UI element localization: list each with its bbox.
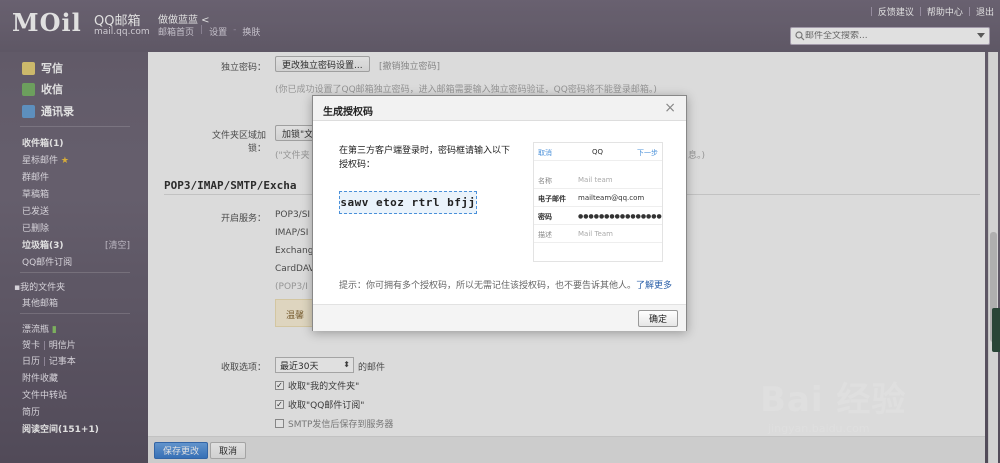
dialog-title: 生成授权码	[323, 107, 373, 118]
preview-value: mailteam@qq.com	[578, 194, 645, 202]
ok-button[interactable]: 确定	[637, 310, 678, 327]
preview-key: 描述	[538, 231, 552, 239]
client-preview: 取消 QQ 下一步 名称 Mail team 电子邮件 mailteam@qq.…	[533, 142, 663, 262]
dialog-tip-text: 提示：你可拥有多个授权码，所以无需记住该授权码，也不要告诉其他人。	[339, 281, 637, 291]
preview-row-email: 电子邮件 mailteam@qq.com	[534, 189, 662, 207]
learn-more-link[interactable]: 了解更多	[636, 281, 672, 291]
preview-title: QQ	[592, 148, 604, 156]
preview-row-password: 密码 ●●●●●●●●●●●●●●●●	[534, 207, 662, 225]
preview-value: ●●●●●●●●●●●●●●●●	[578, 213, 662, 220]
dialog-message: 在第三方客户端登录时，密码框请输入以下 授权码：	[339, 144, 519, 172]
auth-code[interactable]: sawv etoz rtrl bfjj	[339, 191, 477, 214]
preview-value: Mail Team	[578, 230, 613, 238]
preview-header: 取消 QQ 下一步	[534, 143, 662, 161]
qq-mail-window: MOil QQ邮箱 mail.qq.com 做做蓝蓝 < 邮箱首页 | 设置 -…	[0, 0, 1000, 463]
preview-next: 下一步	[637, 149, 658, 157]
preview-cancel: 取消	[538, 149, 552, 157]
preview-key: 电子邮件	[538, 195, 566, 203]
auth-code-dialog: 生成授权码 × 在第三方客户端登录时，密码框请输入以下 授权码： sawv et…	[312, 95, 687, 331]
preview-row-description: 描述 Mail Team	[534, 225, 662, 243]
preview-key: 名称	[538, 177, 552, 185]
preview-row-name: 名称 Mail team	[534, 171, 662, 189]
dialog-message-line2: 授权码：	[339, 160, 376, 170]
dialog-header: 生成授权码 ×	[313, 96, 686, 121]
dialog-footer: 确定	[313, 304, 686, 331]
dialog-message-line1: 在第三方客户端登录时，密码框请输入以下	[339, 146, 511, 156]
dialog-tip: 提示：你可拥有多个授权码，所以无需记住该授权码，也不要告诉其他人。了解更多	[339, 278, 672, 291]
close-icon[interactable]: ×	[664, 100, 676, 116]
preview-key: 密码	[538, 213, 552, 221]
preview-value: Mail team	[578, 176, 613, 184]
